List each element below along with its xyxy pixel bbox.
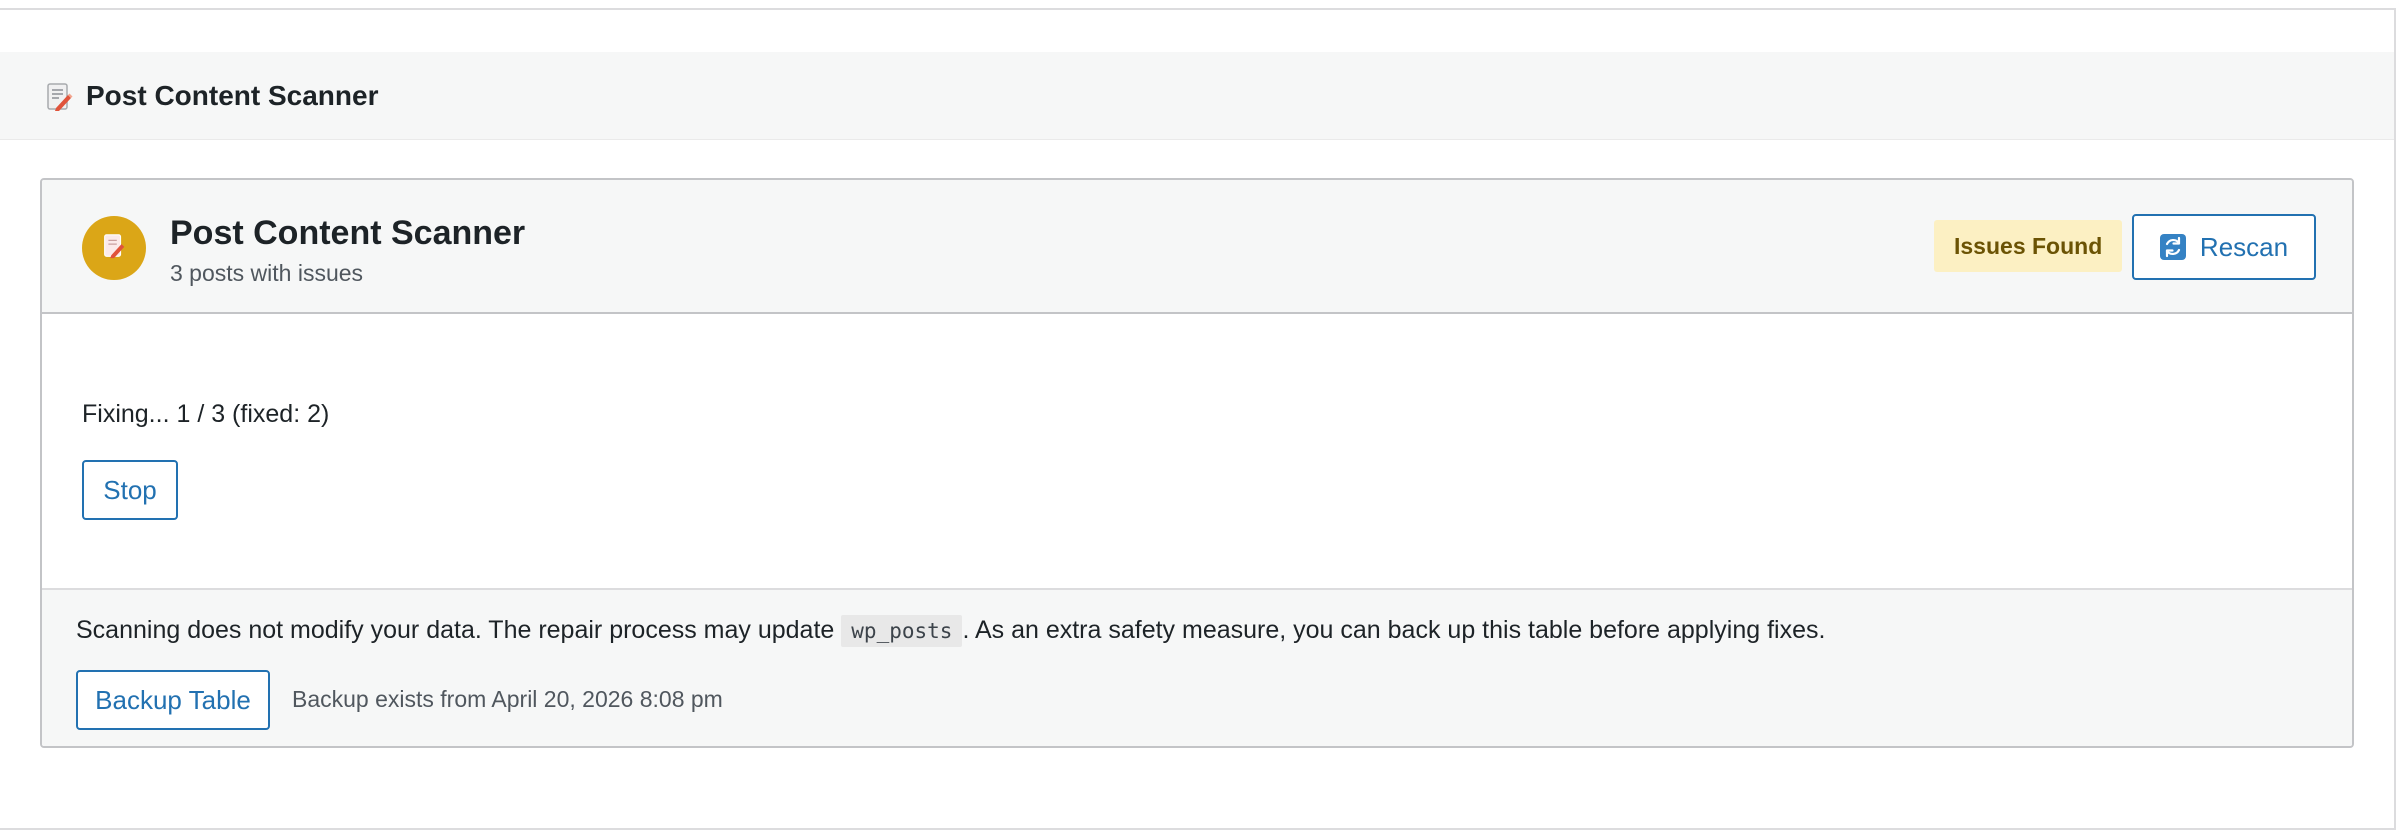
refresh-icon: [2159, 234, 2186, 260]
memo-icon: [100, 232, 128, 265]
issues-count: 3 posts with issues: [170, 260, 364, 286]
table-name: wp_posts: [841, 615, 963, 647]
rescan-button[interactable]: Rescan: [2132, 214, 2316, 280]
card-title: Post Content Scanner: [170, 214, 526, 252]
backup-status: Backup exists from April 20, 2026 8:08 p…: [292, 686, 723, 712]
page-header: Post Content Scanner: [0, 52, 2394, 140]
page-title: Post Content Scanner: [86, 80, 379, 111]
card-header: Post Content Scanner 3 posts with issues…: [42, 180, 2352, 314]
scanner-panel: Post Content Scanner Post Content Scanne…: [0, 8, 2396, 830]
rescan-label: Rescan: [2199, 231, 2289, 262]
status-badge: Issues Found: [1934, 220, 2123, 272]
stop-button[interactable]: Stop: [82, 460, 178, 520]
backup-notice: Scanning does not modify your data. The …: [42, 588, 2352, 746]
memo-icon: [44, 82, 74, 112]
notice-text: Scanning does not modify your data. The …: [76, 610, 1825, 651]
notice-text-after: . As an extra safety measure, you can ba…: [962, 616, 1826, 644]
progress-status: Fixing... 1 / 3 (fixed: 2): [82, 400, 330, 428]
avatar: [82, 216, 146, 280]
backup-table-button[interactable]: Backup Table: [76, 670, 270, 730]
scanner-card: Post Content Scanner 3 posts with issues…: [40, 178, 2354, 748]
notice-text-before: Scanning does not modify your data. The …: [76, 616, 835, 644]
